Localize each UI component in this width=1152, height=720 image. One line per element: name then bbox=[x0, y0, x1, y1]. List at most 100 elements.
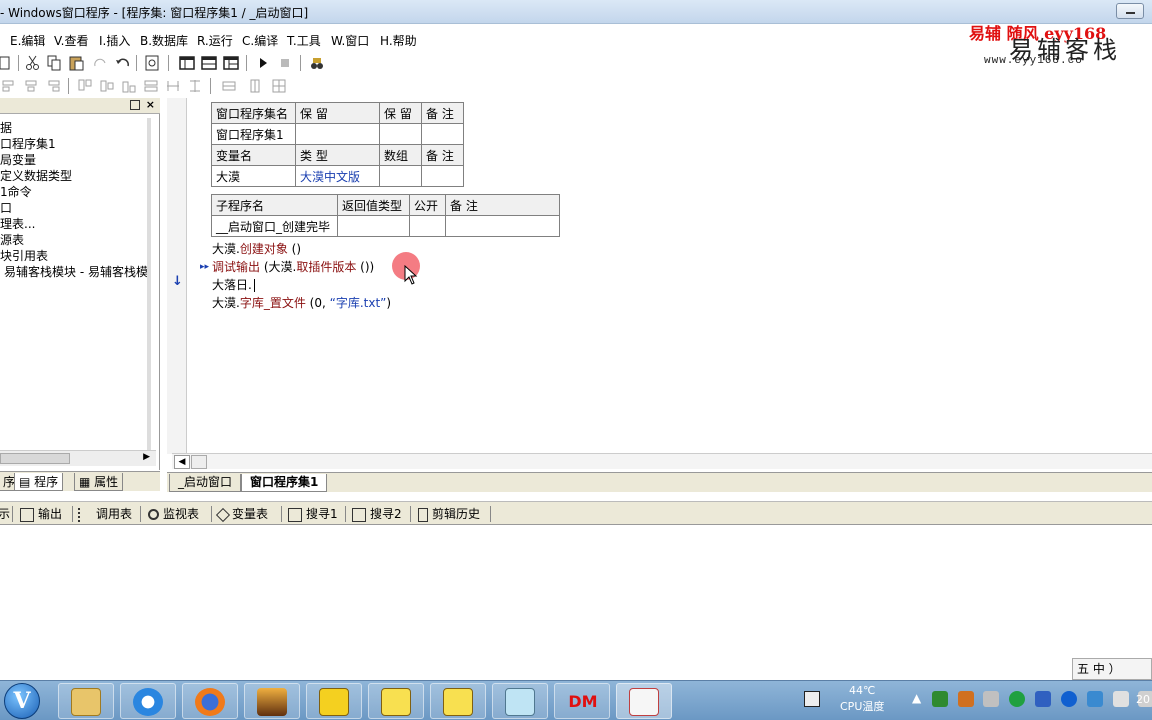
menu-insert[interactable]: I.插入 bbox=[99, 32, 130, 49]
table-cell[interactable] bbox=[379, 165, 422, 187]
tree-item[interactable]: 理表... bbox=[0, 216, 148, 232]
align-left-button[interactable] bbox=[0, 77, 18, 95]
menu-window[interactable]: W.窗口 bbox=[331, 32, 369, 49]
taskbar-eyuyan[interactable] bbox=[616, 683, 672, 719]
horizontal-scrollbar[interactable]: ▶ bbox=[0, 450, 156, 466]
same-width-button[interactable] bbox=[142, 77, 160, 95]
layout3-button[interactable] bbox=[222, 54, 240, 72]
tab-startup-window[interactable]: _启动窗口 bbox=[169, 474, 242, 492]
tree-item[interactable]: 1命令 bbox=[0, 184, 148, 200]
align-right-button[interactable] bbox=[44, 77, 62, 95]
center-horizontal-button[interactable] bbox=[220, 77, 238, 95]
layout1-button[interactable] bbox=[178, 54, 196, 72]
taskbar-app2[interactable] bbox=[306, 683, 362, 719]
table-cell[interactable] bbox=[337, 215, 410, 237]
tray-speaker-icon[interactable] bbox=[983, 691, 1000, 707]
pin-icon[interactable] bbox=[130, 100, 140, 110]
table-cell[interactable] bbox=[445, 215, 560, 237]
same-size-button[interactable] bbox=[186, 77, 204, 95]
center-vertical-button[interactable] bbox=[246, 77, 264, 95]
minimize-button[interactable] bbox=[1116, 3, 1144, 19]
layout2-button[interactable] bbox=[200, 54, 218, 72]
table-cell[interactable]: 大漠中文版 bbox=[295, 165, 380, 187]
tray-app-icon[interactable] bbox=[1060, 691, 1077, 707]
scroll-left-icon[interactable]: ◀ bbox=[174, 455, 190, 469]
tray-expand-icon[interactable]: ▲ bbox=[912, 691, 922, 707]
tab-program[interactable]: ▤ 程序 bbox=[14, 473, 64, 491]
table-cell[interactable]: __启动窗口_创建完毕 bbox=[211, 215, 338, 237]
tab-clipboard-history[interactable]: 剪辑历史 bbox=[418, 505, 480, 523]
cut-button[interactable] bbox=[24, 54, 42, 72]
taskbar-ie[interactable] bbox=[120, 683, 176, 719]
table-cell[interactable] bbox=[409, 215, 446, 237]
tab-watch[interactable]: 监视表 bbox=[148, 505, 199, 523]
menu-help[interactable]: H.帮助 bbox=[380, 32, 417, 49]
tab-call-stack[interactable]: 调用表 bbox=[78, 505, 132, 523]
taskbar-help2[interactable] bbox=[430, 683, 486, 719]
vertical-scrollbar[interactable] bbox=[147, 118, 151, 450]
center-form-button[interactable] bbox=[270, 77, 288, 95]
tree-item[interactable]: 块引用表 bbox=[0, 248, 148, 264]
align-center-button[interactable] bbox=[22, 77, 40, 95]
code-line[interactable]: 大漠.创建对象 () bbox=[212, 240, 301, 257]
code-line[interactable]: 大漠.字库_置文件 (0, “字库.txt”) bbox=[212, 294, 391, 311]
save-button[interactable] bbox=[0, 54, 18, 72]
align-top-button[interactable] bbox=[76, 77, 94, 95]
tab-output[interactable]: 输出 bbox=[20, 505, 62, 523]
tree-item[interactable]: 口 bbox=[0, 200, 148, 216]
redo-button[interactable] bbox=[92, 54, 110, 72]
find-button[interactable] bbox=[144, 54, 162, 72]
scroll-right-icon[interactable]: ▶ bbox=[143, 452, 150, 462]
taskbar-firefox[interactable] bbox=[182, 683, 238, 719]
ime-toolbar[interactable]: 五 中 ） bbox=[1072, 658, 1152, 680]
tray-app-icon[interactable] bbox=[1009, 691, 1026, 707]
menu-compile[interactable]: C.编译 bbox=[242, 32, 278, 49]
scroll-thumb[interactable] bbox=[0, 453, 70, 464]
table-cell[interactable] bbox=[295, 123, 380, 145]
taskbar-help1[interactable] bbox=[368, 683, 424, 719]
scroll-thumb[interactable] bbox=[191, 455, 207, 469]
tree-item[interactable]: 定义数据类型 bbox=[0, 168, 148, 184]
code-horizontal-scrollbar[interactable]: ◀ bbox=[172, 453, 1152, 469]
table-cell[interactable] bbox=[421, 123, 464, 145]
menu-edit[interactable]: E.编辑 bbox=[10, 32, 45, 49]
align-bottom-button[interactable] bbox=[120, 77, 138, 95]
table-cell[interactable]: 大漠 bbox=[211, 165, 296, 187]
tab-window-assembly[interactable]: 窗口程序集1 bbox=[241, 474, 328, 492]
taskbar-dm[interactable]: DM bbox=[554, 683, 610, 719]
tab-hint[interactable]: 示 bbox=[0, 505, 10, 523]
start-button[interactable]: V bbox=[4, 683, 40, 719]
run-button[interactable] bbox=[254, 54, 272, 72]
debug-search-button[interactable] bbox=[308, 54, 326, 72]
tree-item[interactable]: 口程序集1 bbox=[0, 136, 148, 152]
tree-item[interactable]: 源表 bbox=[0, 232, 148, 248]
code-line-active[interactable]: 大落日. bbox=[212, 276, 255, 293]
same-height-button[interactable] bbox=[164, 77, 182, 95]
clock[interactable]: 20 bbox=[1136, 693, 1150, 706]
tray-app-icon[interactable] bbox=[931, 691, 948, 707]
code-line[interactable]: 调试输出 (大漠.取插件版本 ()) bbox=[212, 258, 374, 275]
tree-item[interactable]: 易辅客栈模块 - 易辅客栈模 bbox=[0, 264, 148, 280]
menu-database[interactable]: B.数据库 bbox=[140, 32, 188, 49]
table-cell[interactable] bbox=[379, 123, 422, 145]
copy-button[interactable] bbox=[46, 54, 64, 72]
taskbar-app[interactable] bbox=[244, 683, 300, 719]
close-icon[interactable]: × bbox=[146, 98, 155, 111]
tray-app-icon[interactable] bbox=[1035, 691, 1052, 707]
tab-search1[interactable]: 搜寻1 bbox=[288, 505, 338, 523]
tray-app-icon[interactable] bbox=[1086, 691, 1103, 707]
code-editor[interactable]: 窗口程序集名 保 留 保 留 备 注 窗口程序集1 变量名 类 型 数组 备 注… bbox=[188, 98, 1152, 454]
undo-button[interactable] bbox=[114, 54, 132, 72]
paste-button[interactable] bbox=[68, 54, 86, 72]
table-cell[interactable]: 窗口程序集1 bbox=[211, 123, 296, 145]
tray-volume-icon[interactable] bbox=[1112, 691, 1129, 707]
taskbar-explorer[interactable] bbox=[58, 683, 114, 719]
tab-variables[interactable]: 变量表 bbox=[215, 505, 268, 523]
tab-search2[interactable]: 搜寻2 bbox=[352, 505, 402, 523]
tray-app-icon[interactable] bbox=[804, 691, 820, 707]
align-middle-button[interactable] bbox=[98, 77, 116, 95]
menu-run[interactable]: R.运行 bbox=[197, 32, 233, 49]
table-cell[interactable] bbox=[421, 165, 464, 187]
stop-button[interactable] bbox=[276, 54, 294, 72]
tree-item[interactable]: 据 bbox=[0, 120, 148, 136]
